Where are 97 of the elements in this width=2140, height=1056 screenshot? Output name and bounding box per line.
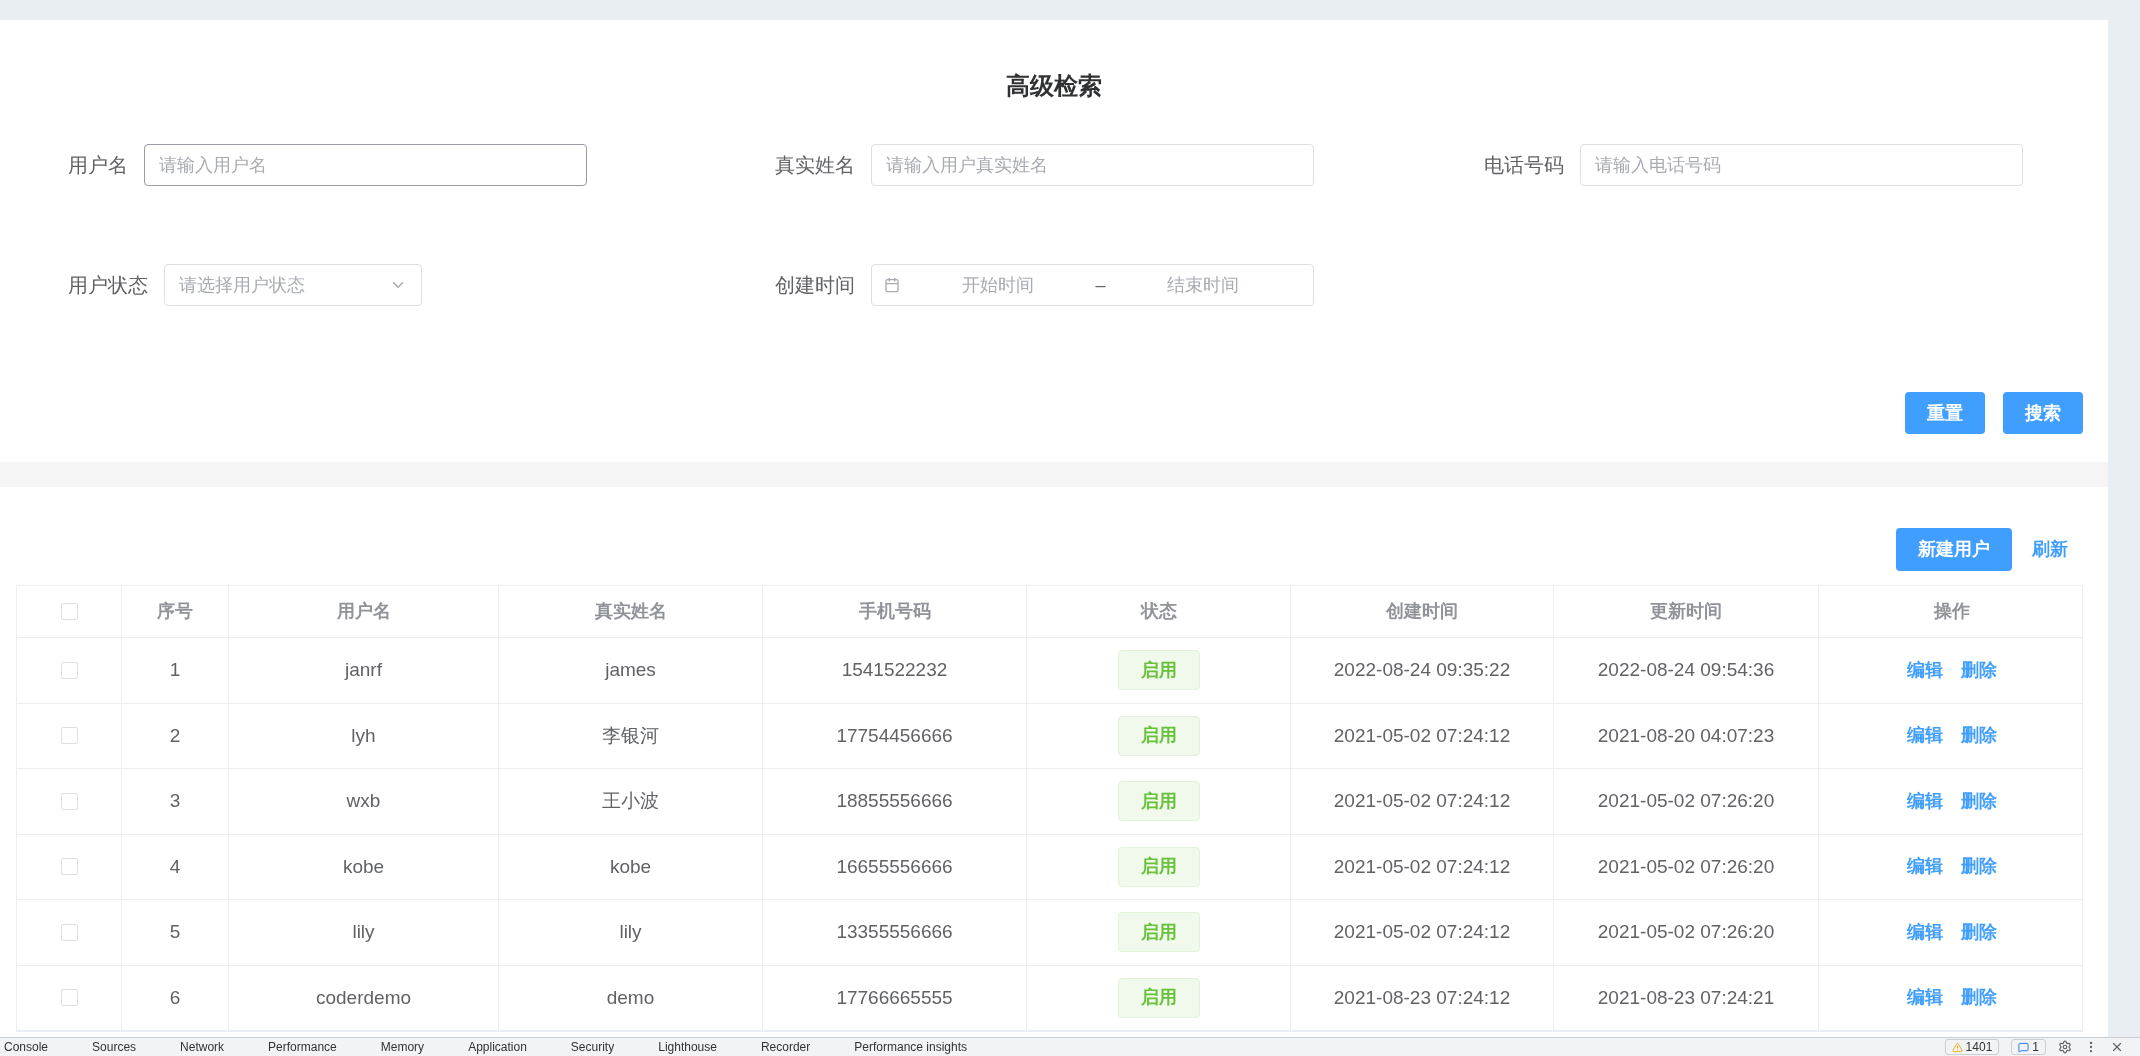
table-cell-text: lily (619, 920, 642, 944)
column-header: 序号 (157, 600, 193, 623)
column-header: 用户名 (336, 600, 391, 623)
edit-link[interactable]: 编辑 (1906, 656, 1943, 684)
table-cell-text: demo (606, 985, 655, 1010)
field-label: 创建时间 (775, 273, 855, 298)
devtools-tab[interactable]: Sources (92, 1041, 137, 1053)
checkbox[interactable] (60, 923, 78, 941)
table-cell-text: 16655556666 (836, 854, 953, 879)
table-cell-text: 2021-05-02 07:26:20 (1597, 789, 1775, 813)
edit-link[interactable]: 编辑 (1906, 787, 1943, 815)
table-cell-text: 1541522232 (841, 658, 948, 682)
field-label: 用户状态 (68, 273, 148, 298)
checkbox[interactable] (60, 858, 78, 876)
devtools-tab[interactable]: Recorder (760, 1041, 811, 1053)
table-cell-text: wxb (346, 789, 381, 813)
checkbox[interactable] (60, 603, 78, 620)
table-cell-text: lily (352, 920, 375, 944)
checkbox[interactable] (60, 661, 78, 679)
edit-link[interactable]: 编辑 (1906, 853, 1943, 881)
table-cell-text: james (605, 658, 656, 682)
table-cell-text: 李银河 (602, 723, 659, 748)
table-cell-text: 2 (169, 723, 181, 748)
table-cell-text: 2021-08-23 07:24:12 (1333, 985, 1511, 1010)
settings-icon[interactable] (2058, 1040, 2072, 1054)
table-cell-text: 2021-05-02 07:26:20 (1597, 854, 1775, 879)
status-select[interactable]: 请选择用户状态 (164, 264, 422, 306)
field-label: 电话号码 (1484, 153, 1564, 178)
date-range-field[interactable]: 开始时间 – 结束时间 (871, 264, 1314, 306)
table-cell-text: 18855556666 (836, 789, 953, 813)
table-cell-text: 3 (169, 789, 181, 813)
checkbox[interactable] (60, 727, 78, 745)
status-tag: 启用 (1117, 781, 1200, 822)
delete-link[interactable]: 删除 (1960, 656, 1997, 684)
panel-title: 高级检索 (1005, 71, 1103, 101)
checkbox[interactable] (60, 792, 78, 810)
table-cell-text: 2021-08-20 04:07:23 (1597, 723, 1775, 748)
table-cell-text: 2022-08-24 09:54:36 (1597, 658, 1775, 682)
edit-link[interactable]: 编辑 (1906, 918, 1943, 946)
table-cell-text: 王小波 (602, 789, 659, 813)
status-tag: 启用 (1117, 715, 1200, 756)
table-cell-text: kobe (609, 854, 652, 879)
devtools-tab[interactable]: Memory (380, 1041, 425, 1053)
table-cell-text: 6 (169, 985, 181, 1010)
table-cell-text: 2021-05-02 07:26:20 (1597, 920, 1775, 944)
table-cell-text: janrf (345, 658, 382, 682)
devtools-tab[interactable]: Security (570, 1041, 615, 1053)
devtools-tab[interactable]: Console (4, 1041, 49, 1053)
refresh-link[interactable]: 刷新 (2032, 536, 2068, 563)
devtools-tab[interactable]: Performance (268, 1041, 337, 1053)
reset-button[interactable]: 重置 (1905, 392, 1985, 434)
devtools-tab[interactable]: Application (468, 1041, 527, 1053)
delete-link[interactable]: 删除 (1960, 918, 1997, 946)
column-header: 更新时间 (1650, 600, 1722, 623)
column-header: 操作 (1933, 600, 1970, 623)
table-cell-text: kobe (342, 854, 385, 879)
delete-link[interactable]: 删除 (1960, 787, 1997, 815)
search-button[interactable]: 搜索 (2003, 392, 2083, 434)
devtools-tab[interactable]: Lighthouse (658, 1041, 717, 1053)
table-cell-text: 2021-05-02 07:24:12 (1333, 723, 1511, 748)
edit-link[interactable]: 编辑 (1906, 722, 1943, 750)
create-user-button[interactable]: 新建用户 (1896, 528, 2012, 571)
field-label: 用户名 (68, 153, 128, 178)
table-cell-text: 4 (169, 854, 181, 879)
table-cell-text: 2022-08-24 09:35:22 (1333, 658, 1511, 682)
table-cell-text: 5 (169, 920, 181, 944)
input-field[interactable]: 请输入用户名 (144, 144, 587, 186)
table-cell-text: 2021-08-23 07:24:21 (1597, 985, 1775, 1010)
messages-badge[interactable]: 1 (2011, 1039, 2046, 1055)
status-tag: 启用 (1117, 912, 1200, 953)
status-tag: 启用 (1117, 650, 1200, 691)
column-header: 真实姓名 (594, 600, 667, 623)
edit-link[interactable]: 编辑 (1906, 984, 1943, 1012)
table-cell-text: 13355556666 (836, 920, 953, 944)
delete-link[interactable]: 删除 (1960, 722, 1997, 750)
calendar-icon (884, 277, 900, 293)
table-cell-text: coderdemo (315, 985, 412, 1010)
table-cell-text: 2021-05-02 07:24:12 (1333, 920, 1511, 944)
devtools-tab[interactable]: Network (180, 1041, 225, 1053)
column-header: 状态 (1140, 600, 1177, 623)
checkbox[interactable] (60, 989, 78, 1007)
devtools-tab[interactable]: Performance insights (854, 1041, 967, 1053)
delete-link[interactable]: 删除 (1960, 853, 1997, 881)
table-cell-text: 2021-05-02 07:24:12 (1333, 854, 1511, 879)
column-header: 创建时间 (1386, 600, 1458, 623)
table-cell-text: lyh (351, 723, 376, 748)
warnings-badge[interactable]: 1401 (1944, 1039, 2000, 1055)
table-cell-text: 1 (169, 658, 181, 682)
field-label: 真实姓名 (775, 153, 855, 178)
status-tag: 启用 (1117, 977, 1200, 1018)
table-cell-text: 17766665555 (836, 985, 953, 1010)
column-header: 手机号码 (858, 600, 931, 623)
table-cell-text: 2021-05-02 07:24:12 (1333, 789, 1511, 813)
status-tag: 启用 (1117, 846, 1200, 887)
close-icon[interactable] (2110, 1040, 2124, 1054)
table-cell-text: 17754456666 (836, 723, 953, 748)
delete-link[interactable]: 删除 (1960, 984, 1997, 1012)
